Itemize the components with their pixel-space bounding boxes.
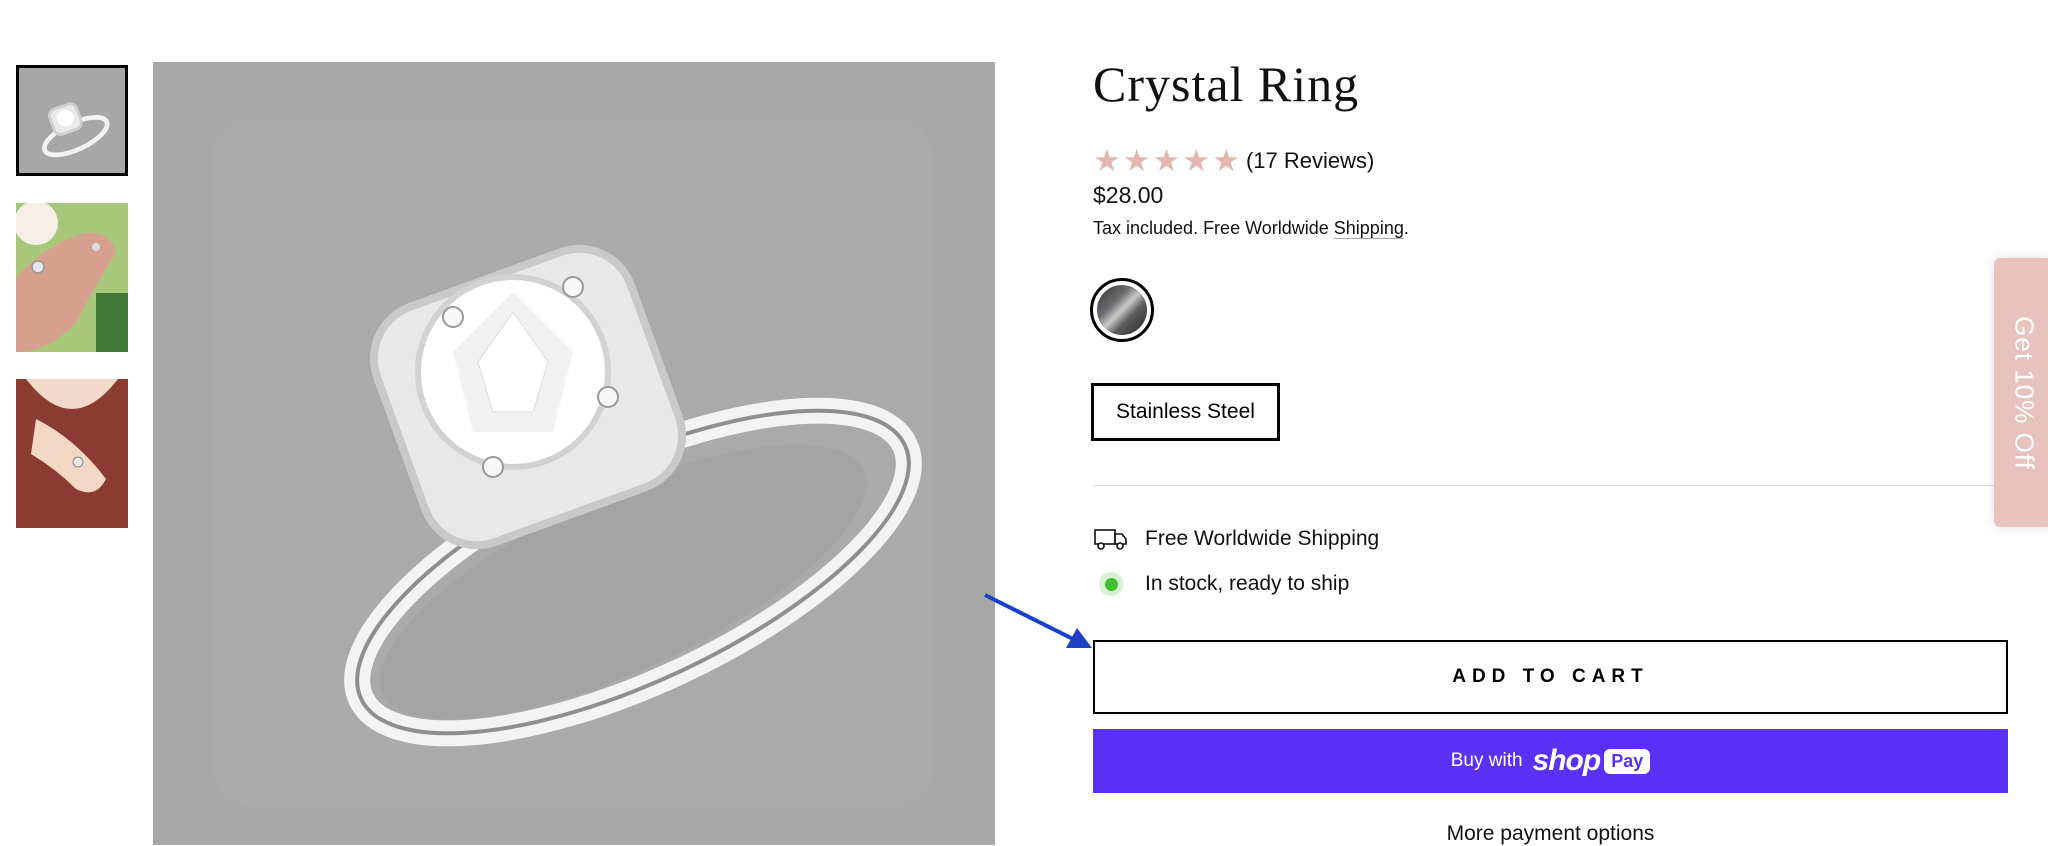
tax-note: Tax included. Free Worldwide Shipping.	[1093, 218, 1409, 239]
star-icon: ★	[1122, 143, 1151, 178]
thumbnail-hand-photo[interactable]	[16, 203, 128, 352]
model-thumbnail-image	[16, 379, 128, 528]
main-product-image[interactable]	[153, 62, 995, 845]
product-title: Crystal Ring	[1093, 56, 1360, 112]
shipping-link[interactable]: Shipping	[1333, 218, 1404, 239]
tax-text: Tax included. Free Worldwide	[1093, 218, 1334, 238]
ring-thumbnail-image	[19, 68, 125, 173]
variant-stainless-steel-button[interactable]: Stainless Steel	[1091, 383, 1280, 441]
hand-thumbnail-image	[16, 203, 128, 352]
thumbnail-list	[16, 65, 128, 555]
star-icon: ★	[1182, 143, 1211, 178]
color-swatch[interactable]	[1090, 278, 1154, 342]
shop-logo-text: shop	[1532, 744, 1602, 777]
tax-suffix: .	[1403, 218, 1409, 238]
add-to-cart-button[interactable]: ADD TO CART	[1093, 640, 2008, 714]
truck-icon	[1093, 528, 1129, 550]
in-stock-dot-icon	[1093, 572, 1129, 596]
annotation-arrow-icon	[984, 593, 1092, 648]
star-icon: ★	[1093, 143, 1121, 178]
thumbnail-ring-product[interactable]	[16, 65, 128, 176]
discount-side-tab[interactable]: Get 10% Off	[1994, 258, 2048, 527]
star-icon: ★	[1152, 143, 1181, 178]
reviews-count[interactable]: (17 Reviews)	[1246, 148, 1374, 174]
feature-stock-label: In stock, ready to ship	[1145, 572, 1350, 595]
more-payment-options-link[interactable]: More payment options	[1093, 822, 2008, 846]
shop-pay-button[interactable]: Buy with shop Pay	[1093, 729, 2008, 793]
thumbnail-model-photo[interactable]	[16, 379, 128, 528]
swatch-fill	[1097, 285, 1147, 335]
product-rating[interactable]: ★ ★ ★ ★ ★ (17 Reviews)	[1093, 145, 1374, 176]
product-price: $28.00	[1093, 182, 1164, 208]
star-icon: ★	[1212, 143, 1240, 178]
buy-with-label: Buy with	[1450, 750, 1523, 771]
crystal-ring-illustration	[153, 62, 995, 845]
feature-shipping-label: Free Worldwide Shipping	[1145, 527, 1380, 550]
discount-side-tab-label: Get 10% Off	[2009, 315, 2040, 470]
feature-shipping: Free Worldwide Shipping	[1093, 527, 1379, 551]
feature-stock: In stock, ready to ship	[1093, 572, 1349, 596]
pay-logo-badge: Pay	[1604, 748, 1651, 774]
star-rating: ★ ★ ★ ★ ★	[1093, 145, 1240, 176]
divider	[1093, 485, 2023, 486]
